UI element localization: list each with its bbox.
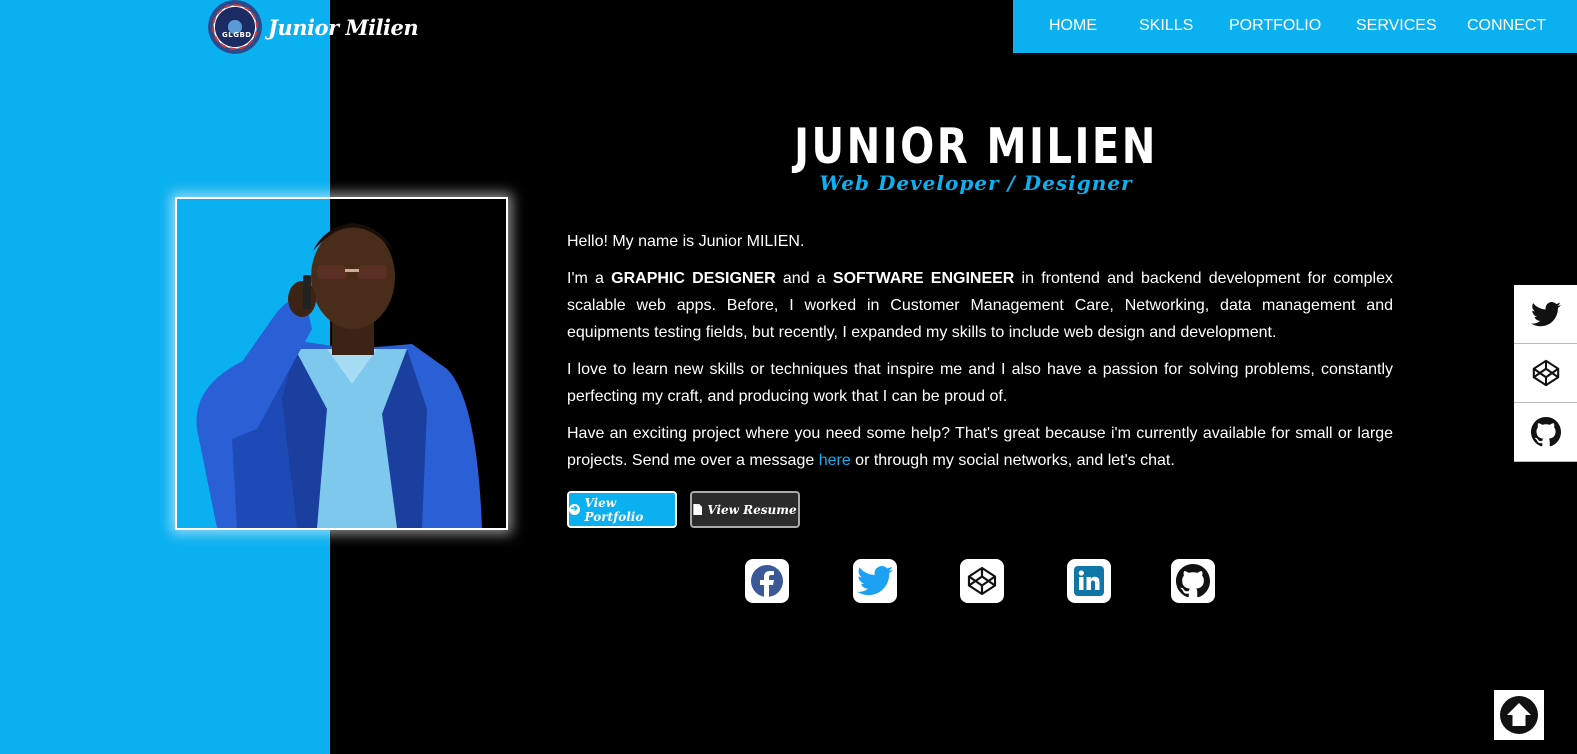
codepen-icon [967,566,997,596]
view-portfolio-label: View Portfolio [584,495,644,524]
brand-name[interactable]: Junior Milien [268,15,419,40]
bio-text: I'm a [567,270,612,287]
view-portfolio-button[interactable]: ➔ View Portfolio [567,491,677,528]
logo-ring [212,4,258,50]
arrow-up-circle-icon [1500,696,1538,734]
bio: Hello! My name is Junior MILIEN. I'm a G… [567,228,1393,484]
dock-twitter-link[interactable] [1514,285,1577,344]
logo-text: GLGBD [222,31,252,39]
nav-connect[interactable]: CONNECT [1467,17,1546,35]
contact-here-link[interactable]: here [819,452,851,469]
bio-emphasis: SOFTWARE ENGINEER [832,270,1015,287]
github-icon [1176,564,1210,598]
github-link[interactable] [1171,559,1215,603]
nav-services[interactable]: SERVICES [1356,17,1437,35]
twitter-link[interactable] [853,559,897,603]
github-icon [1530,417,1561,447]
top-nav: HOME SKILLS PORTFOLIO SERVICES CONNECT [1013,0,1577,53]
facebook-link[interactable] [745,559,789,603]
dock-github-link[interactable] [1514,403,1577,462]
arrow-right-circle-icon: ➔ [569,504,580,515]
nav-home[interactable]: HOME [1049,17,1097,35]
linkedin-link[interactable] [1067,559,1111,603]
codepen-link[interactable] [960,559,1004,603]
dock-codepen-link[interactable] [1514,344,1577,403]
twitter-icon [857,566,893,596]
bio-paragraph-2: I'm a GRAPHIC DESIGNER and a SOFTWARE EN… [567,265,1393,346]
bio-text: or through my social networks, and let's… [850,452,1175,469]
brand[interactable]: GLGBD Junior Milien [208,0,419,54]
side-social-dock [1514,285,1577,462]
codepen-icon [1532,359,1559,387]
brand-logo[interactable]: GLGBD [208,0,262,54]
bio-emphasis: GRAPHIC DESIGNER [611,270,776,287]
hero-subtitle: Web Developer / Designer [819,171,1133,195]
nav-portfolio[interactable]: PORTFOLIO [1229,17,1321,35]
profile-photo [175,197,508,530]
file-icon [693,504,703,515]
hero-title: JUNIOR MILIEN [794,118,1158,175]
bio-paragraph-4: Have an exciting project where you need … [567,420,1393,474]
profile-portrait-illustration [196,223,482,528]
facebook-icon [751,565,783,597]
bio-paragraph-1: Hello! My name is Junior MILIEN. [567,233,805,250]
bio-text: and a [775,270,833,287]
twitter-icon [1530,301,1561,326]
nav-skills[interactable]: SKILLS [1139,17,1193,35]
bio-paragraph-3: I love to learn new skills or techniques… [567,361,1393,405]
linkedin-icon [1074,566,1104,596]
view-resume-button[interactable]: View Resume [690,491,800,528]
back-to-top-button[interactable] [1494,690,1544,740]
view-resume-label: View Resume [707,502,797,517]
